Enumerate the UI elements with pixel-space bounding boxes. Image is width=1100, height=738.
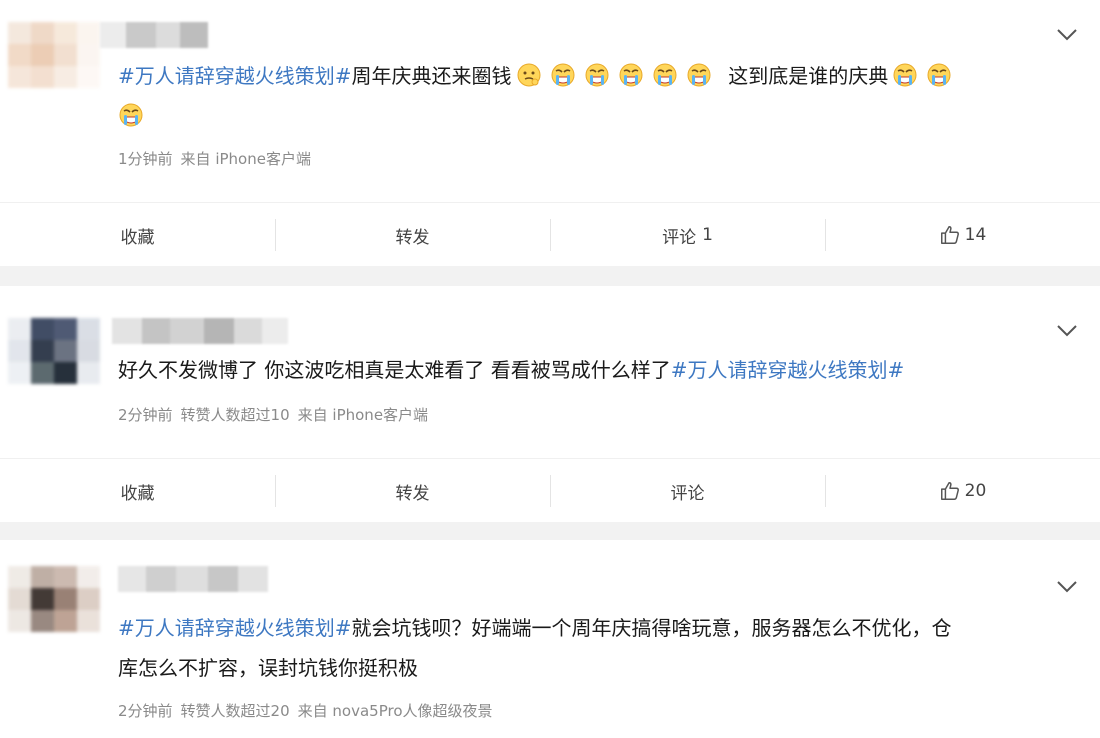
thinking-face-icon [516, 62, 542, 88]
crying-face-icon [584, 62, 610, 88]
like-count: 14 [964, 225, 987, 245]
post-source: 来自 iPhone客户端 [297, 406, 429, 424]
thumbs-up-icon [940, 226, 959, 244]
avatar[interactable] [8, 318, 100, 384]
hashtag-link[interactable]: #万人请辞穿越火线策划# [118, 616, 352, 640]
username[interactable] [100, 22, 208, 48]
post-source: 来自 iPhone客户端 [180, 150, 311, 168]
crying-face-icon [926, 62, 952, 88]
post-card: #万人请辞穿越火线策划#周年庆典还来圈钱 这到底是谁的庆典 1分钟前 来自 iPh… [0, 0, 1100, 266]
post-time[interactable]: 1分钟前 [118, 150, 173, 168]
forward-info: 转赞人数超过10 [180, 406, 290, 424]
repost-label: 转发 [395, 483, 430, 504]
hashtag-link[interactable]: #万人请辞穿越火线策划# [118, 64, 352, 88]
thumbs-up-icon [940, 482, 959, 500]
crying-face-icon [686, 62, 712, 88]
post-meta: 2分钟前 转赞人数超过20 来自 nova5Pro人像超级夜景 [118, 700, 501, 721]
chevron-down-icon[interactable] [1056, 580, 1078, 594]
action-bar: 收藏 转发 评论 20 [0, 458, 1100, 523]
post-text-segment: 好久不发微博了 你这波吃相真是太难看了 看看被骂成什么样了 [118, 358, 671, 382]
avatar[interactable] [8, 566, 100, 632]
comment-label: 评论 [670, 483, 705, 504]
post-text-segment: 周年庆典还来圈钱 [351, 64, 512, 88]
like-count: 20 [964, 481, 987, 501]
post-source: 来自 nova5Pro人像超级夜景 [297, 702, 493, 720]
repost-button[interactable]: 转发 [275, 459, 550, 523]
crying-face-icon [118, 102, 144, 128]
post-card: #万人请辞穿越火线策划#就会坑钱呗？好端端一个周年庆搞得啥玩意，服务器怎么不优化… [0, 540, 1100, 738]
post-meta: 1分钟前 来自 iPhone客户端 [118, 148, 319, 169]
post-text-segment: 库怎么不扩容，误封坑钱你挺积极 [118, 656, 418, 680]
chevron-down-icon[interactable] [1056, 324, 1078, 338]
username[interactable] [112, 318, 288, 344]
favorite-label: 收藏 [120, 483, 155, 504]
chevron-down-icon[interactable] [1056, 28, 1078, 42]
post-time[interactable]: 2分钟前 [118, 702, 173, 720]
crying-face-icon [652, 62, 678, 88]
comment-button[interactable]: 评论 1 [550, 203, 825, 267]
favorite-button[interactable]: 收藏 [0, 459, 275, 523]
forward-info: 转赞人数超过20 [180, 702, 290, 720]
crying-face-icon [892, 62, 918, 88]
hashtag-link[interactable]: #万人请辞穿越火线策划# [671, 358, 905, 382]
like-button[interactable]: 14 [825, 203, 1100, 267]
post-text: #万人请辞穿越火线策划#就会坑钱呗？好端端一个周年庆搞得啥玩意，服务器怎么不优化… [118, 608, 1060, 688]
post-text: #万人请辞穿越火线策划#周年庆典还来圈钱 这到底是谁的庆典 [118, 56, 1060, 136]
favorite-label: 收藏 [120, 227, 155, 248]
comment-count: 1 [702, 225, 713, 245]
crying-face-icon [618, 62, 644, 88]
post-text-segment: 就会坑钱呗？好端端一个周年庆搞得啥玩意，服务器怎么不优化，仓 [351, 616, 952, 640]
comment-button[interactable]: 评论 [550, 459, 825, 523]
comment-label: 评论 [662, 227, 697, 248]
post-text: 好久不发微博了 你这波吃相真是太难看了 看看被骂成什么样了#万人请辞穿越火线策划… [118, 350, 1060, 390]
post-text-segment: 这到底是谁的庆典 [728, 64, 889, 88]
action-bar: 收藏 转发 评论 1 14 [0, 202, 1100, 267]
repost-label: 转发 [395, 227, 430, 248]
post-card: 好久不发微博了 你这波吃相真是太难看了 看看被骂成什么样了#万人请辞穿越火线策划… [0, 286, 1100, 522]
crying-face-icon [550, 62, 576, 88]
favorite-button[interactable]: 收藏 [0, 203, 275, 267]
repost-button[interactable]: 转发 [275, 203, 550, 267]
post-meta: 2分钟前 转赞人数超过10 来自 iPhone客户端 [118, 404, 436, 425]
username[interactable] [118, 566, 268, 592]
like-button[interactable]: 20 [825, 459, 1100, 523]
avatar[interactable] [8, 22, 100, 88]
post-time[interactable]: 2分钟前 [118, 406, 173, 424]
weibo-feed: #万人请辞穿越火线策划#周年庆典还来圈钱 这到底是谁的庆典 1分钟前 来自 iPh… [0, 0, 1100, 738]
